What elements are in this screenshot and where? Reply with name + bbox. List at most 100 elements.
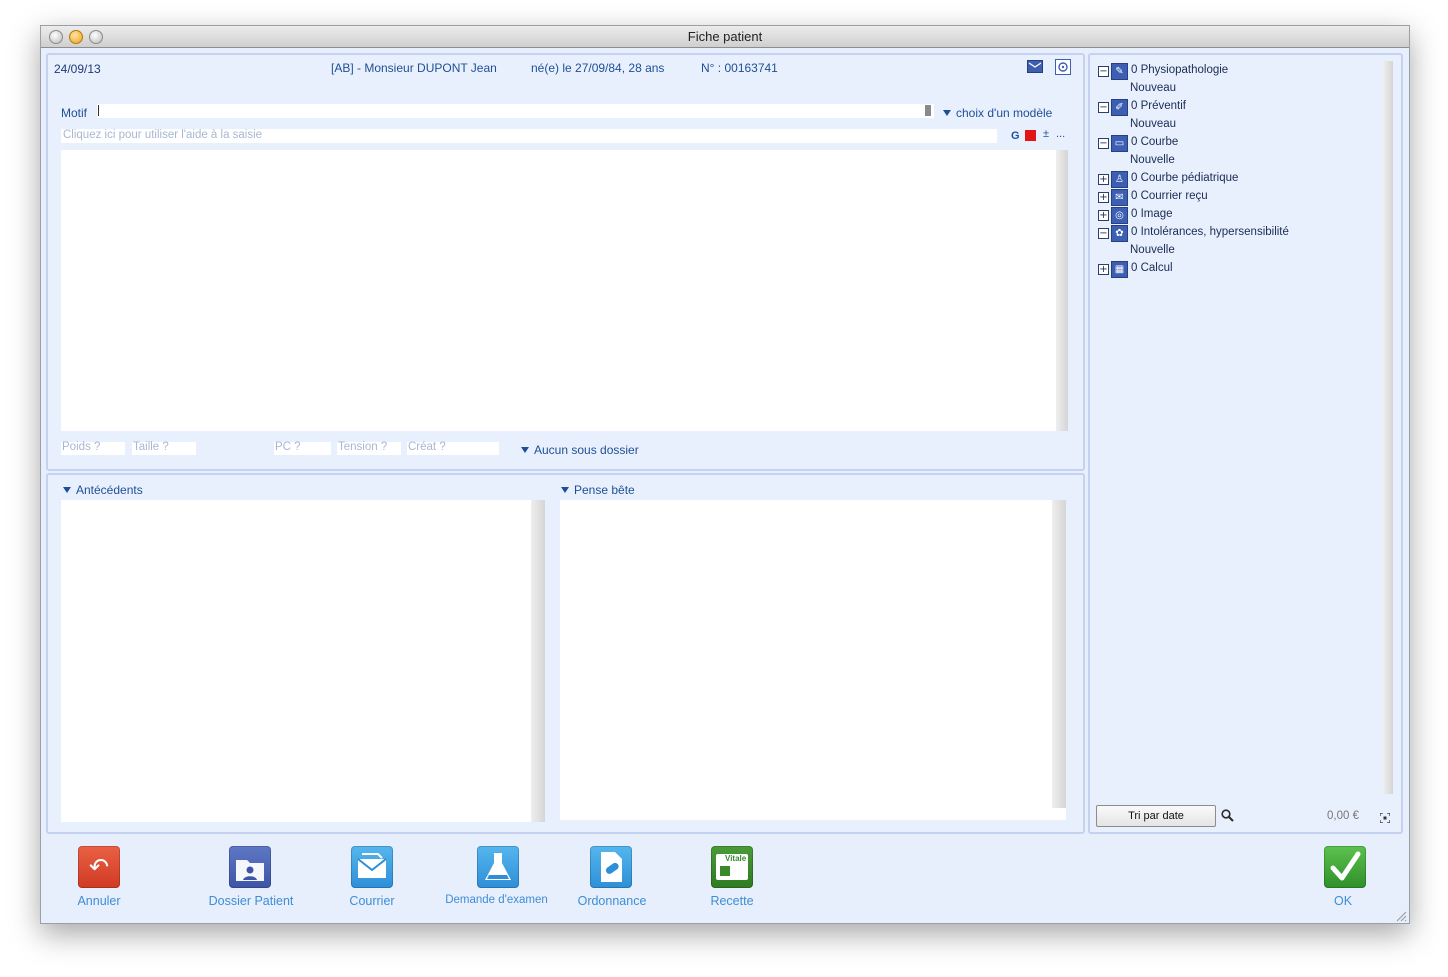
motif-label: Motif [61, 106, 88, 120]
ordonnance-label: Ordonnance [577, 894, 647, 908]
motif-scroll-thumb[interactable] [925, 105, 931, 116]
disclosure-triangle-icon [521, 447, 529, 453]
tree-item-label: 0 Courbe pédiatrique [1131, 172, 1239, 184]
consultation-text-area[interactable] [61, 150, 1068, 431]
expand-node-icon[interactable]: + [1098, 210, 1109, 221]
tree-scrollbar[interactable] [1383, 61, 1393, 794]
mail-icon [351, 846, 393, 888]
history-tree-panel: − ✎ 0 Physiopathologie Nouveau − ✐ 0 Préventif… [1088, 53, 1403, 834]
tree-new-entry[interactable]: Nouvelle [1130, 244, 1175, 256]
pc-field[interactable]: PC ? [274, 441, 331, 455]
consultation-date[interactable]: 24/09/13 [54, 62, 101, 76]
child-icon: ♙ [1111, 171, 1128, 188]
pense-bete-text-area[interactable] [560, 500, 1066, 820]
creat-field[interactable]: Créat ? [407, 441, 499, 455]
antecedents-label: Antécédents [76, 483, 143, 497]
pense-bete-label: Pense bête [574, 483, 635, 497]
disclosure-triangle-icon [943, 110, 951, 116]
poids-placeholder: Poids ? [62, 441, 101, 453]
tree-item-label: 0 Courrier reçu [1131, 190, 1208, 202]
collapse-node-icon[interactable]: − [1098, 228, 1109, 239]
collapse-node-icon[interactable]: − [1098, 138, 1109, 149]
tree-item-label: 0 Préventif [1131, 100, 1186, 112]
patient-number: N° : 00163741 [701, 61, 778, 75]
annuler-label: Annuler [77, 894, 121, 908]
tree-new-entry[interactable]: Nouveau [1130, 82, 1176, 94]
antecedents-text-area[interactable] [61, 500, 545, 822]
motif-input[interactable] [97, 104, 934, 118]
patient-name: [AB] - Monsieur DUPONT Jean [331, 61, 497, 75]
mail-in-icon: ✉ [1111, 189, 1128, 206]
consultation-scrollbar[interactable] [1056, 150, 1068, 431]
creat-placeholder: Créat ? [408, 441, 446, 453]
stethoscope-icon[interactable] [1055, 59, 1071, 75]
poids-field[interactable]: Poids ? [61, 441, 125, 455]
checkmark-icon [1324, 846, 1366, 888]
tree-item-label: 0 Image [1131, 208, 1173, 220]
antecedents-scrollbar[interactable] [531, 500, 545, 822]
color-swatch-button[interactable] [1025, 130, 1036, 141]
more-options-button[interactable]: ... [1056, 128, 1065, 140]
tension-field[interactable]: Tension ? [337, 441, 401, 455]
vitale-card-icon: Vitale [711, 846, 753, 888]
taille-placeholder: Taille ? [133, 441, 169, 453]
patient-birth: né(e) le 27/09/84, 28 ans [531, 61, 665, 75]
pen-icon: ✎ [1111, 63, 1128, 80]
flask-icon [477, 846, 519, 888]
taille-field[interactable]: Taille ? [132, 441, 196, 455]
demande-examen-label: Demande d'examen [445, 894, 548, 906]
antecedents-toggle[interactable]: Antécédents [63, 483, 143, 497]
ok-label: OK [1333, 894, 1353, 908]
model-choice-dropdown[interactable]: choix d'un modèle [943, 106, 1052, 120]
subfolder-dropdown[interactable]: Aucun sous dossier [521, 443, 639, 457]
total-amount: 0,00 € [1327, 810, 1359, 822]
tension-placeholder: Tension ? [338, 441, 388, 453]
resize-grip[interactable] [1395, 909, 1407, 922]
tree-item-label: 0 Physiopathologie [1131, 64, 1229, 76]
fiche-patient-window: Fiche patient 24/09/13 [AB] - Monsieur D… [40, 25, 1410, 924]
undo-icon: ↶ [78, 846, 120, 888]
help-placeholder: Cliquez ici pour utiliser l'aide à la sa… [63, 129, 263, 141]
chart-icon: ▭ [1111, 135, 1128, 152]
recette-label: Recette [710, 894, 754, 908]
pense-bete-scrollbar[interactable] [1052, 500, 1066, 808]
tree-new-entry[interactable]: Nouvelle [1130, 154, 1175, 166]
camera-icon: ◎ [1111, 207, 1128, 224]
title-bar: Fiche patient [41, 26, 1409, 48]
history-tree: − ✎ 0 Physiopathologie Nouveau − ✐ 0 Préventif… [1090, 63, 1390, 303]
sort-by-date-button[interactable]: Tri par date [1096, 805, 1216, 827]
text-cursor [98, 105, 99, 116]
courrier-label: Courrier [349, 894, 395, 908]
tree-item-label: 0 Courbe [1131, 136, 1179, 148]
allergy-icon: ✿ [1111, 225, 1128, 242]
collapse-node-icon[interactable]: − [1098, 66, 1109, 77]
tree-new-entry[interactable]: Nouveau [1130, 118, 1176, 130]
bold-button[interactable]: G [1011, 130, 1020, 142]
envelope-icon[interactable] [1027, 60, 1043, 73]
tree-item-label: 0 Calcul [1131, 262, 1173, 274]
plus-minus-button[interactable]: ± [1043, 128, 1049, 140]
prescription-icon [590, 846, 632, 888]
consultation-panel: 24/09/13 [AB] - Monsieur DUPONT Jean né(… [46, 53, 1085, 471]
subfolder-label: Aucun sous dossier [534, 443, 639, 457]
notes-panel: Antécédents Pense bête [46, 473, 1085, 834]
vitale-card-text: Vitale [725, 854, 747, 863]
calculator-icon: ▦ [1111, 261, 1128, 278]
window-title: Fiche patient [687, 29, 763, 44]
pense-bete-toggle[interactable]: Pense bête [561, 483, 635, 497]
model-choice-label: choix d'un modèle [956, 106, 1053, 120]
tree-item-label: 0 Intolérances, hypersensibilité [1131, 226, 1289, 238]
pc-placeholder: PC ? [275, 441, 301, 453]
expand-node-icon[interactable]: + [1098, 192, 1109, 203]
help-input[interactable]: Cliquez ici pour utiliser l'aide à la sa… [61, 129, 997, 143]
expand-node-icon[interactable]: + [1098, 174, 1109, 185]
syringe-icon: ✐ [1111, 99, 1128, 116]
expand-node-icon[interactable]: + [1098, 264, 1109, 275]
expand-icon[interactable] [1379, 810, 1391, 824]
disclosure-triangle-icon [63, 487, 71, 493]
dossier-patient-label: Dossier Patient [208, 894, 294, 908]
search-icon[interactable] [1221, 809, 1234, 822]
collapse-node-icon[interactable]: − [1098, 102, 1109, 113]
card-chip [720, 866, 730, 876]
patient-folder-icon [229, 846, 271, 888]
